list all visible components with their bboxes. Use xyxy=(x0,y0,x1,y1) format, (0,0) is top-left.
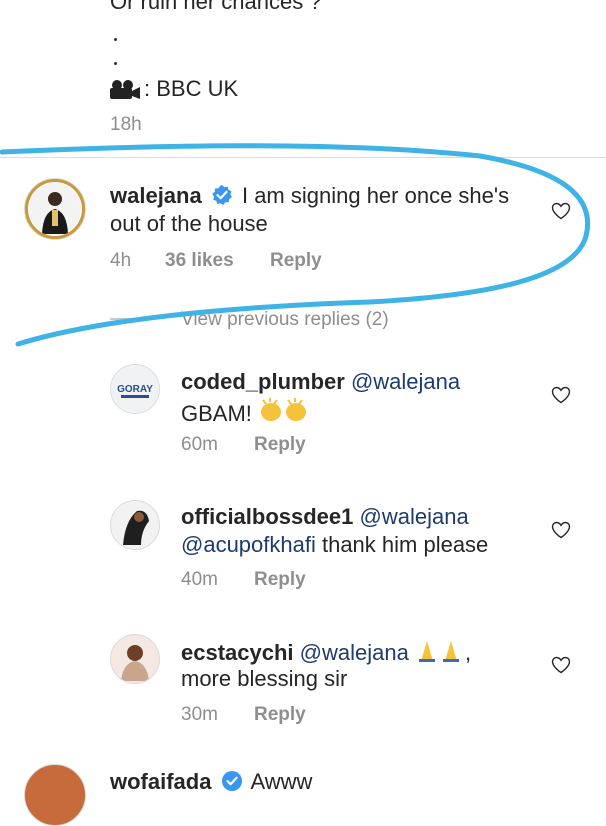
reply-mention-2[interactable]: @acupofkhafi xyxy=(181,532,316,557)
svg-text:GORAY: GORAY xyxy=(117,384,153,395)
comment-text-line2: out of the house xyxy=(110,211,268,236)
reply-username[interactable]: officialbossdee1 xyxy=(181,504,353,529)
reply-text-line2: @acupofkhafi thank him please xyxy=(181,531,488,559)
caption-credit: : BBC UK xyxy=(144,76,239,101)
reply-mention[interactable]: @walejana xyxy=(360,504,469,529)
heart-icon[interactable] xyxy=(551,656,571,674)
caption-dot xyxy=(114,62,117,65)
avatar[interactable] xyxy=(110,500,160,550)
avatar[interactable] xyxy=(24,764,86,826)
avatar[interactable] xyxy=(110,634,160,684)
verified-badge-icon xyxy=(221,771,242,791)
reply-text: thank him please xyxy=(315,532,489,557)
reply-text-line: coded_plumber @walejana xyxy=(181,368,460,396)
clapping-hands-icon xyxy=(261,398,307,421)
reply-username[interactable]: coded_plumber xyxy=(181,369,345,394)
reply-text-line: officialbossdee1 @walejana xyxy=(181,503,469,531)
caption-dot xyxy=(114,38,117,41)
reply-text-line2: GBAM! xyxy=(181,396,310,428)
reply-mention[interactable]: @walejana xyxy=(300,640,409,665)
heart-icon[interactable] xyxy=(551,521,571,539)
avatar[interactable] xyxy=(24,178,86,240)
comment-time: 4h xyxy=(110,250,132,271)
reply-time: 40m xyxy=(181,569,218,590)
comment-username[interactable]: walejana xyxy=(110,183,202,208)
reply-text: GBAM! xyxy=(181,401,252,426)
reply-text-line2: more blessing sir xyxy=(181,666,348,691)
comment-text: Awww xyxy=(250,769,313,794)
reply-button[interactable]: Reply xyxy=(254,434,306,456)
reply-button[interactable]: Reply xyxy=(254,569,306,591)
view-replies-line xyxy=(110,318,136,320)
reply-button[interactable]: Reply xyxy=(254,704,306,726)
comment-text-line: walejana I am signing her once she's xyxy=(110,182,509,210)
reply-text-tail: , xyxy=(464,640,472,665)
comment-text: I am signing her once she's xyxy=(241,183,510,208)
caption-line: Or ruin her chances ? xyxy=(110,0,322,14)
heart-icon[interactable] xyxy=(551,202,571,220)
reply-button[interactable]: Reply xyxy=(270,250,322,272)
reply-username[interactable]: ecstacychi xyxy=(181,640,294,665)
reply-mention[interactable]: @walejana xyxy=(351,369,460,394)
reply-text-line: ecstacychi @walejana , xyxy=(181,637,471,667)
caption-time: 18h xyxy=(110,114,142,135)
praying-hands-icon xyxy=(418,641,459,662)
comment-username[interactable]: wofaifada xyxy=(110,769,211,794)
divider xyxy=(0,157,606,158)
heart-icon[interactable] xyxy=(551,386,571,404)
comment-text-line: wofaifada Awww xyxy=(110,768,312,796)
reply-time: 60m xyxy=(181,434,218,455)
avatar[interactable]: GORAY xyxy=(110,364,160,414)
video-camera-icon xyxy=(110,80,140,99)
comment-likes[interactable]: 36 likes xyxy=(165,250,234,272)
reply-time: 30m xyxy=(181,704,218,725)
view-previous-replies-button[interactable]: View previous replies (2) xyxy=(181,309,389,331)
verified-badge-icon xyxy=(212,185,232,205)
